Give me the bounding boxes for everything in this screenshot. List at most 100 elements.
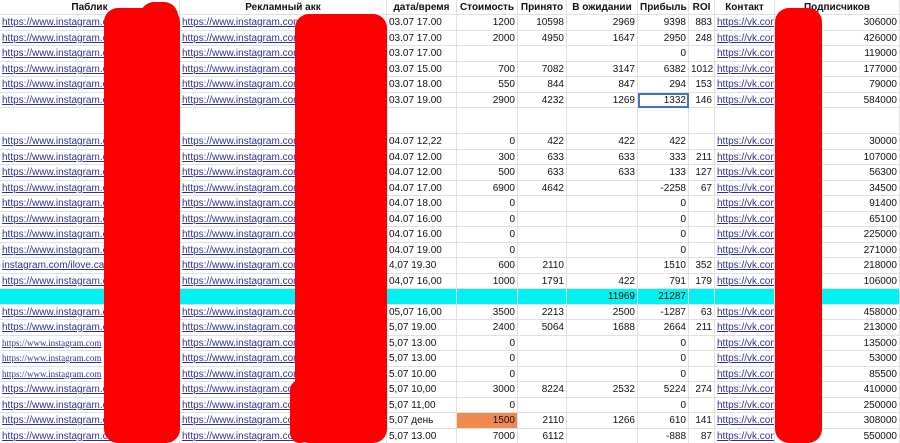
- cell-roi[interactable]: 179: [689, 273, 715, 289]
- cell-roi[interactable]: [689, 289, 715, 305]
- column-header[interactable]: дата/время: [387, 0, 457, 15]
- cell-roi[interactable]: 211: [689, 320, 715, 336]
- cell-dt[interactable]: 5,07 13.00: [387, 428, 457, 443]
- cell-contact[interactable]: https://vk.com: [715, 335, 775, 351]
- cell-dt[interactable]: 04.07 18.00: [387, 196, 457, 212]
- cell-roi[interactable]: 146: [689, 92, 715, 108]
- cell-contact[interactable]: https://vk.com/: [715, 134, 775, 150]
- cell-cost[interactable]: 700: [457, 61, 518, 77]
- cell-contact[interactable]: [715, 289, 775, 305]
- cell-accepted[interactable]: [518, 227, 567, 243]
- cell-accepted[interactable]: 5064: [518, 320, 567, 336]
- cell-roi[interactable]: [689, 108, 715, 134]
- cell-wait[interactable]: 2969: [567, 15, 638, 31]
- cell-wait[interactable]: [567, 196, 638, 212]
- cell-wait[interactable]: [567, 335, 638, 351]
- cell-dt[interactable]: 05,07 16,00: [387, 304, 457, 320]
- cell-dt[interactable]: 04.07 19.00: [387, 242, 457, 258]
- cell-profit[interactable]: 133: [638, 165, 689, 181]
- cell-roi[interactable]: 87: [689, 428, 715, 443]
- cell-profit[interactable]: 610: [638, 413, 689, 429]
- cell-wait[interactable]: [567, 242, 638, 258]
- cell-accepted[interactable]: [518, 108, 567, 134]
- cell-cost[interactable]: 1500: [457, 413, 518, 429]
- cell-wait[interactable]: 633: [567, 149, 638, 165]
- cell-accepted[interactable]: 7082: [518, 61, 567, 77]
- cell-accepted[interactable]: [518, 289, 567, 305]
- cell-profit[interactable]: 0: [638, 351, 689, 367]
- cell-wait[interactable]: 422: [567, 273, 638, 289]
- cell-cost[interactable]: 0: [457, 351, 518, 367]
- cell-cost[interactable]: 0: [457, 211, 518, 227]
- cell-accepted[interactable]: [518, 351, 567, 367]
- cell-roi[interactable]: 883: [689, 15, 715, 31]
- column-header[interactable]: В ожидании: [567, 0, 638, 15]
- cell-profit[interactable]: 0: [638, 335, 689, 351]
- cell-accepted[interactable]: [518, 397, 567, 413]
- cell-profit[interactable]: 9398: [638, 15, 689, 31]
- cell-roi[interactable]: 248: [689, 30, 715, 46]
- cell-wait[interactable]: [567, 180, 638, 196]
- cell-profit[interactable]: 0: [638, 227, 689, 243]
- cell-wait[interactable]: 2500: [567, 304, 638, 320]
- cell-dt[interactable]: 5,07 13.00: [387, 335, 457, 351]
- cell-wait[interactable]: 1266: [567, 413, 638, 429]
- cell-accepted[interactable]: [518, 366, 567, 382]
- cell-wait[interactable]: [567, 258, 638, 274]
- cell-contact[interactable]: https://vk.com: [715, 180, 775, 196]
- cell-profit[interactable]: [638, 108, 689, 134]
- cell-contact[interactable]: https://vk.com: [715, 196, 775, 212]
- cell-roi[interactable]: [689, 397, 715, 413]
- cell-cost[interactable]: 0: [457, 196, 518, 212]
- cell-cost[interactable]: 2400: [457, 320, 518, 336]
- cell-dt[interactable]: 03.07 17.00: [387, 46, 457, 62]
- cell-dt[interactable]: [387, 108, 457, 134]
- column-header[interactable]: ROI: [689, 0, 715, 15]
- cell-dt[interactable]: 04.07 12.00: [387, 165, 457, 181]
- cell-roi[interactable]: 67: [689, 180, 715, 196]
- cell-profit[interactable]: 294: [638, 77, 689, 93]
- cell-roi[interactable]: [689, 211, 715, 227]
- cell-contact[interactable]: https://vk.com: [715, 242, 775, 258]
- cell-contact[interactable]: https://vk.com: [715, 397, 775, 413]
- cell-profit[interactable]: 2950: [638, 30, 689, 46]
- cell-wait[interactable]: 1647: [567, 30, 638, 46]
- cell-contact[interactable]: https://vk.com: [715, 30, 775, 46]
- cell-accepted[interactable]: [518, 242, 567, 258]
- cell-roi[interactable]: [689, 134, 715, 150]
- column-header[interactable]: Прибыль: [638, 0, 689, 15]
- cell-cost[interactable]: 0: [457, 366, 518, 382]
- cell-dt[interactable]: 03.07 17.00: [387, 30, 457, 46]
- cell-accepted[interactable]: 633: [518, 149, 567, 165]
- cell-dt[interactable]: 03.07 17.00: [387, 15, 457, 31]
- cell-dt[interactable]: 04.07 16.00: [387, 211, 457, 227]
- cell-accepted[interactable]: 4642: [518, 180, 567, 196]
- cell-contact[interactable]: https://vk.com: [715, 149, 775, 165]
- cell-roi[interactable]: 153: [689, 77, 715, 93]
- cell-contact[interactable]: https://vk.com: [715, 61, 775, 77]
- cell-cost[interactable]: 3500: [457, 304, 518, 320]
- cell-contact[interactable]: https://vk.com: [715, 77, 775, 93]
- cell-accepted[interactable]: [518, 335, 567, 351]
- cell-cost[interactable]: [457, 289, 518, 305]
- cell-wait[interactable]: 2532: [567, 382, 638, 398]
- cell-dt[interactable]: [387, 289, 457, 305]
- cell-dt[interactable]: 5,07 19.00: [387, 320, 457, 336]
- cell-contact[interactable]: https://vk.com: [715, 320, 775, 336]
- cell-contact[interactable]: https://vk.com: [715, 366, 775, 382]
- cell-wait[interactable]: 11969: [567, 289, 638, 305]
- cell-accepted[interactable]: 844: [518, 77, 567, 93]
- cell-accepted[interactable]: [518, 211, 567, 227]
- cell-wait[interactable]: 1269: [567, 92, 638, 108]
- cell-accepted[interactable]: 2110: [518, 258, 567, 274]
- cell-contact[interactable]: https://vk.com: [715, 304, 775, 320]
- cell-profit[interactable]: 0: [638, 196, 689, 212]
- cell-wait[interactable]: 1688: [567, 320, 638, 336]
- cell-dt[interactable]: 04.07 12.00: [387, 149, 457, 165]
- cell-roi[interactable]: 352: [689, 258, 715, 274]
- cell-dt[interactable]: 5.07 10.00: [387, 366, 457, 382]
- cell-cost[interactable]: [457, 108, 518, 134]
- cell-cost[interactable]: 0: [457, 335, 518, 351]
- cell-profit[interactable]: 422: [638, 134, 689, 150]
- cell-cost[interactable]: 0: [457, 397, 518, 413]
